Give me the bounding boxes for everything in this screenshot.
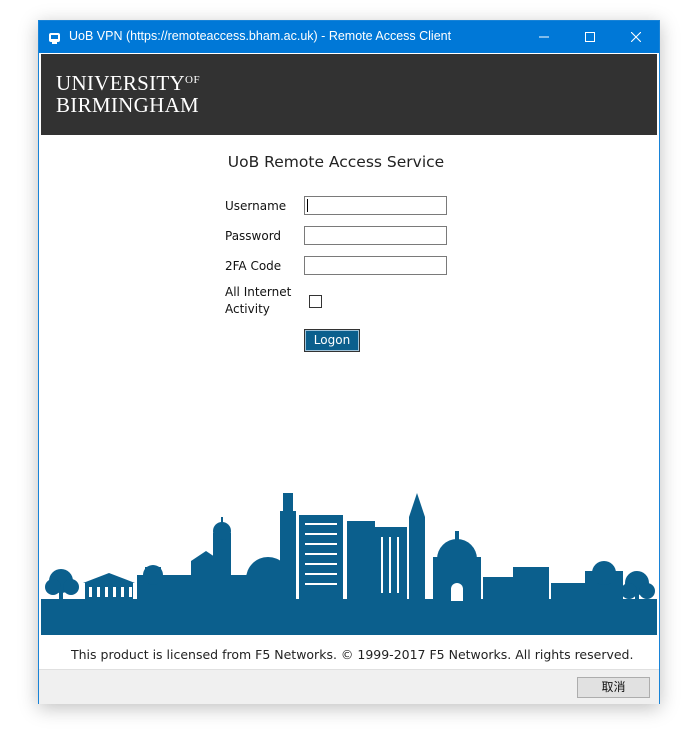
- maximize-icon: [585, 32, 595, 42]
- footer: This product is licensed from F5 Network…: [41, 635, 657, 669]
- license-notice: This product is licensed from F5 Network…: [71, 647, 634, 662]
- close-icon: [631, 32, 641, 42]
- title-bar[interactable]: UoB VPN (https://remoteaccess.bham.ac.uk…: [39, 21, 659, 53]
- username-label: Username: [225, 199, 287, 213]
- 2fa-code-input[interactable]: [304, 256, 447, 275]
- university-banner: UNIVERSITYOF BIRMINGHAM: [41, 54, 657, 135]
- logon-button[interactable]: Logon: [304, 329, 360, 352]
- cancel-button[interactable]: 取消: [577, 677, 650, 698]
- vpn-client-window: UoB VPN (https://remoteaccess.bham.ac.uk…: [38, 20, 660, 704]
- password-label: Password: [225, 229, 282, 243]
- password-input[interactable]: [304, 226, 447, 245]
- username-input[interactable]: [304, 196, 447, 215]
- minimize-icon: [539, 36, 549, 38]
- all-internet-activity-checkbox[interactable]: [309, 295, 322, 308]
- university-logo-line2: BIRMINGHAM: [56, 93, 200, 117]
- 2fa-code-label: 2FA Code: [225, 259, 282, 273]
- maximize-button[interactable]: [567, 21, 613, 53]
- text-caret: [307, 199, 308, 212]
- bottom-bar: 取消: [39, 669, 659, 704]
- minimize-button[interactable]: [521, 21, 567, 53]
- login-panel: UoB Remote Access Service Username Passw…: [41, 135, 657, 635]
- vpn-app-icon: [48, 30, 61, 44]
- window-title: UoB VPN (https://remoteaccess.bham.ac.uk…: [69, 29, 452, 43]
- close-button[interactable]: [613, 21, 659, 53]
- all-internet-activity-label: All Internet Activity: [225, 285, 292, 316]
- campus-skyline-illustration: [41, 493, 657, 635]
- service-title: UoB Remote Access Service: [227, 153, 445, 171]
